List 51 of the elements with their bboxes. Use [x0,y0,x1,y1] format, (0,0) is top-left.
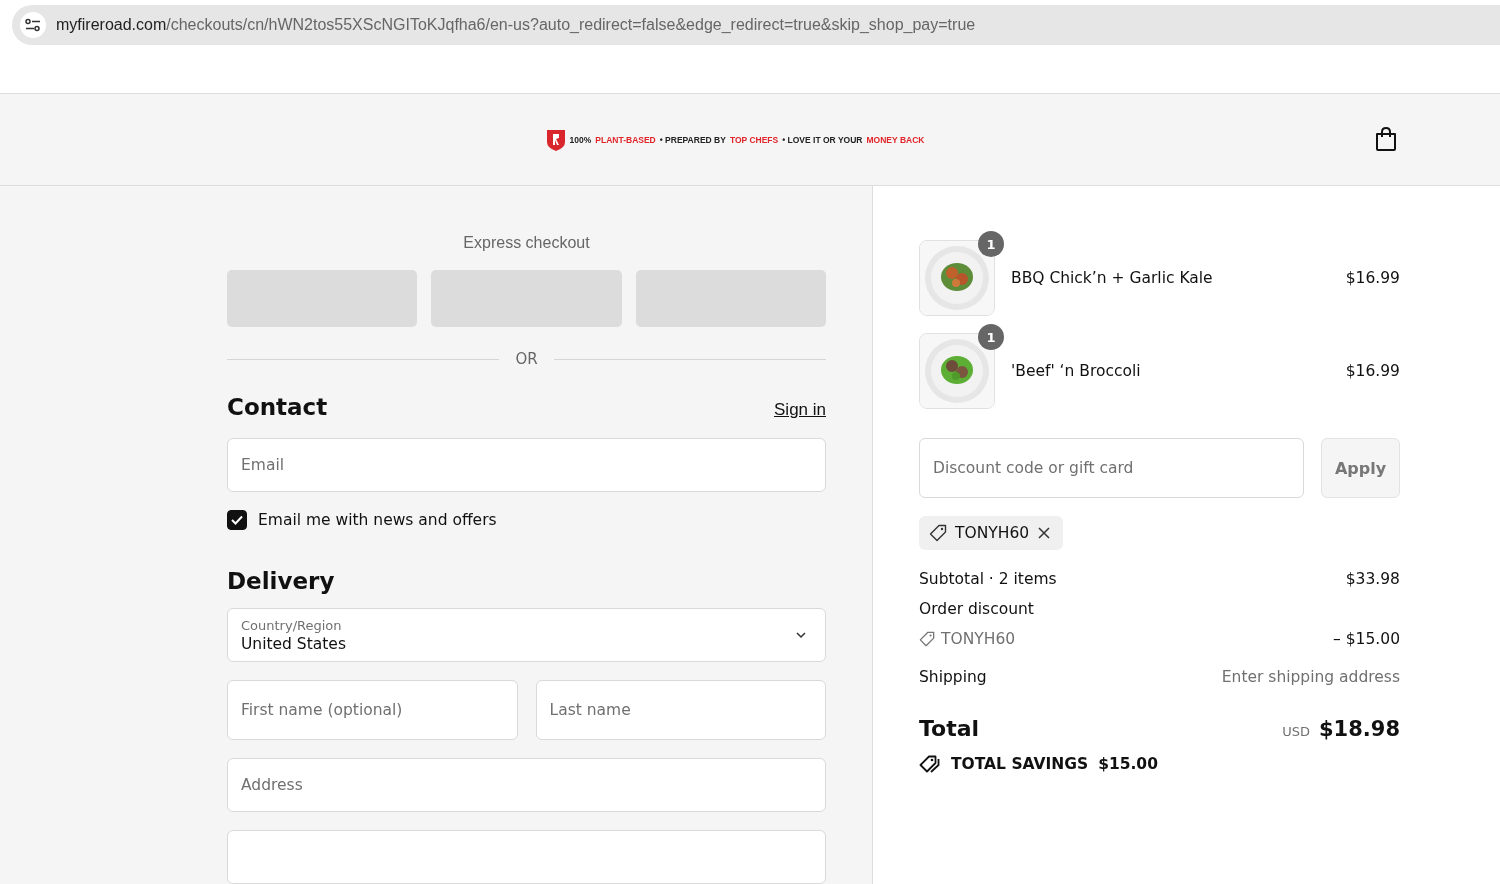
section-heading: Contact [227,394,328,420]
discount-code-text: TONYH60 [941,630,1016,648]
product-price: $16.99 [1345,269,1400,287]
sign-in-link[interactable]: Sign in [774,400,826,420]
checkbox-label: Email me with news and offers [258,511,497,529]
summary-label: Shipping [919,668,987,686]
discount-code-field[interactable]: Discount code or gift card [919,438,1304,498]
address-bar[interactable]: myfireroad.com/checkouts/cn/hWN2tos55XScNGIToKJqfha6/en-us?auto_redirect=false&edge_redirect=true&skip_shop_pay=true [12,5,1500,45]
savings-label: TOTAL SAVINGS [951,755,1089,773]
tag-icon [929,524,947,542]
total-amount: $18.98 [1318,717,1400,741]
check-icon [230,514,244,526]
summary-label: Subtotal · 2 items [919,570,1057,588]
banner-text: • PREPARED BY [659,134,726,145]
close-icon[interactable] [1037,526,1052,540]
product-name: 'Beef' ‘n Broccoli [1011,362,1142,380]
shield-logo-icon [545,127,566,152]
country-select[interactable]: Country/Region United States [227,608,826,662]
summary-value: Enter shipping address [1221,668,1400,686]
first-name-field[interactable]: First name (optional) [227,680,518,740]
url-text: myfireroad.com/checkouts/cn/hWN2tos55XScNGIToKJqfha6/en-us?auto_redirect=false&edge_redirect=true&skip_shop_pay=true [56,16,976,34]
site-settings-icon[interactable] [20,12,46,38]
checkbox[interactable] [227,510,247,530]
product-price: $16.99 [1345,362,1400,380]
chevron-down-icon [795,631,807,639]
section-heading: Delivery [227,568,336,594]
currency-text: USD [1282,724,1310,739]
address-field[interactable]: Address [227,758,826,812]
or-divider-text: OR [515,350,538,368]
shopping-bag-icon[interactable] [1374,126,1398,152]
express-checkout-title: Express checkout [462,234,591,252]
summary-value: $33.98 [1345,570,1400,588]
banner-text: PLANT-BASED [595,134,656,145]
summary-label: Order discount [919,600,1034,618]
banner-text: 100% [569,134,592,145]
summary-value: – $15.00 [1333,630,1400,648]
last-name-field[interactable]: Last name [535,680,826,740]
banner-text: TOP CHEFS [729,134,779,145]
savings-amount: $15.00 [1098,755,1158,773]
quantity-badge: 1 [978,324,1004,350]
email-field[interactable]: Email [227,438,826,492]
product-name: BBQ Chick’n + Garlic Kale [1011,269,1214,287]
tags-icon [919,755,941,773]
tag-icon [919,631,935,647]
input-field[interactable] [227,830,826,884]
total-label: Total [919,716,980,741]
banner-text: • LOVE IT OR YOUR [782,134,863,145]
quantity-badge: 1 [978,231,1004,257]
apply-button[interactable]: Apply [1321,438,1400,498]
banner-text: MONEY BACK [866,134,925,145]
discount-code-text: TONYH60 [955,524,1030,542]
